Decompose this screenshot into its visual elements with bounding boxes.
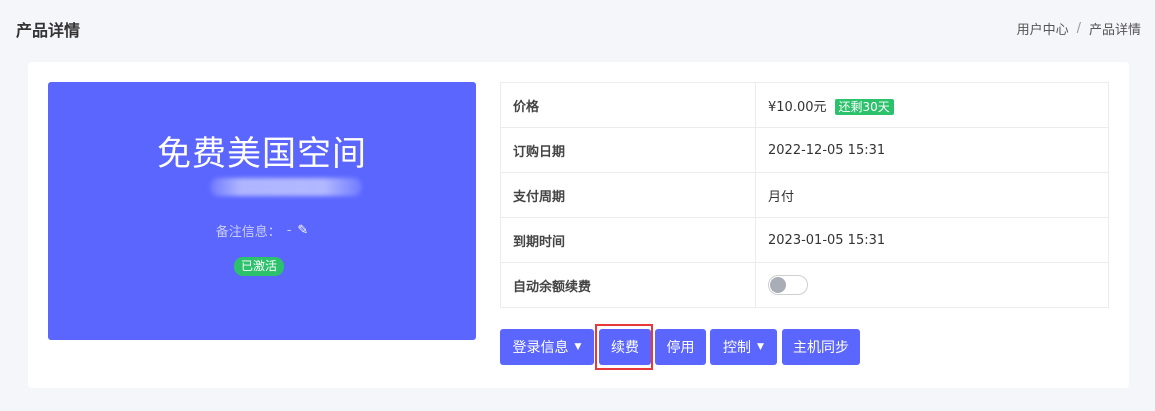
- days-left-badge: 还剩30天: [834, 98, 894, 115]
- price-cell: ¥10.00元 还剩30天: [755, 82, 1109, 128]
- breadcrumb-item-user-center[interactable]: 用户中心: [1017, 19, 1069, 38]
- redacted-domain: [210, 178, 362, 196]
- expiry-value: 2023-01-05 15:31: [755, 217, 1109, 263]
- table-row-order-date: 订购日期 2022-12-05 15:31: [500, 127, 1109, 173]
- order-date-value: 2022-12-05 15:31: [755, 127, 1109, 173]
- renew-label: 续费: [611, 340, 639, 356]
- remark-row: 备注信息： - ✎: [48, 221, 476, 240]
- price-label: 价格: [500, 82, 756, 128]
- auto-renew-toggle[interactable]: [768, 275, 808, 295]
- control-label: 控制: [723, 340, 752, 356]
- login-info-button[interactable]: 登录信息 ▼: [500, 329, 594, 365]
- renew-button[interactable]: 续费: [599, 329, 651, 365]
- breadcrumb-separator: /: [1076, 21, 1081, 36]
- remark-value: -: [286, 223, 292, 238]
- login-info-label: 登录信息: [512, 340, 569, 356]
- table-row-price: 价格 ¥10.00元 还剩30天: [500, 82, 1109, 128]
- expiry-label: 到期时间: [500, 217, 756, 263]
- table-row-auto-renew: 自动余额续费: [500, 262, 1109, 308]
- host-sync-button[interactable]: 主机同步: [782, 329, 860, 365]
- page-title: 产品详情: [16, 21, 81, 40]
- disable-button[interactable]: 停用: [655, 329, 706, 365]
- table-row-billing-cycle: 支付周期 月付: [500, 172, 1109, 218]
- order-date-label: 订购日期: [500, 127, 756, 173]
- edit-icon[interactable]: ✎: [297, 223, 308, 238]
- toggle-knob: [770, 277, 786, 293]
- breadcrumb-item-product-detail: 产品详情: [1088, 23, 1141, 38]
- table-row-expiry: 到期时间 2023-01-05 15:31: [500, 217, 1109, 263]
- host-sync-label: 主机同步: [793, 340, 849, 356]
- breadcrumb: 用户中心 / 产品详情: [1017, 19, 1141, 38]
- billing-cycle-label: 支付周期: [500, 172, 756, 218]
- product-hero-panel: 免费美国空间 备注信息： - ✎: [48, 82, 476, 340]
- chevron-down-icon: ▼: [757, 342, 764, 352]
- chevron-down-icon: ▼: [574, 342, 582, 352]
- remark-label: 备注信息：: [215, 225, 281, 240]
- product-info-table: 价格 ¥10.00元 还剩30天 订购日期 2022-12-05 15:31 支付…: [500, 82, 1109, 308]
- auto-renew-cell: [755, 262, 1109, 308]
- product-name: 免费美国空间: [157, 134, 367, 174]
- disable-label: 停用: [666, 340, 695, 356]
- auto-renew-label: 自动余额续费: [500, 262, 756, 308]
- price-value: ¥10.00元: [768, 99, 827, 115]
- billing-cycle-value: 月付: [755, 172, 1109, 218]
- control-button[interactable]: 控制 ▼: [710, 329, 777, 365]
- status-badge: 已激活: [234, 257, 285, 276]
